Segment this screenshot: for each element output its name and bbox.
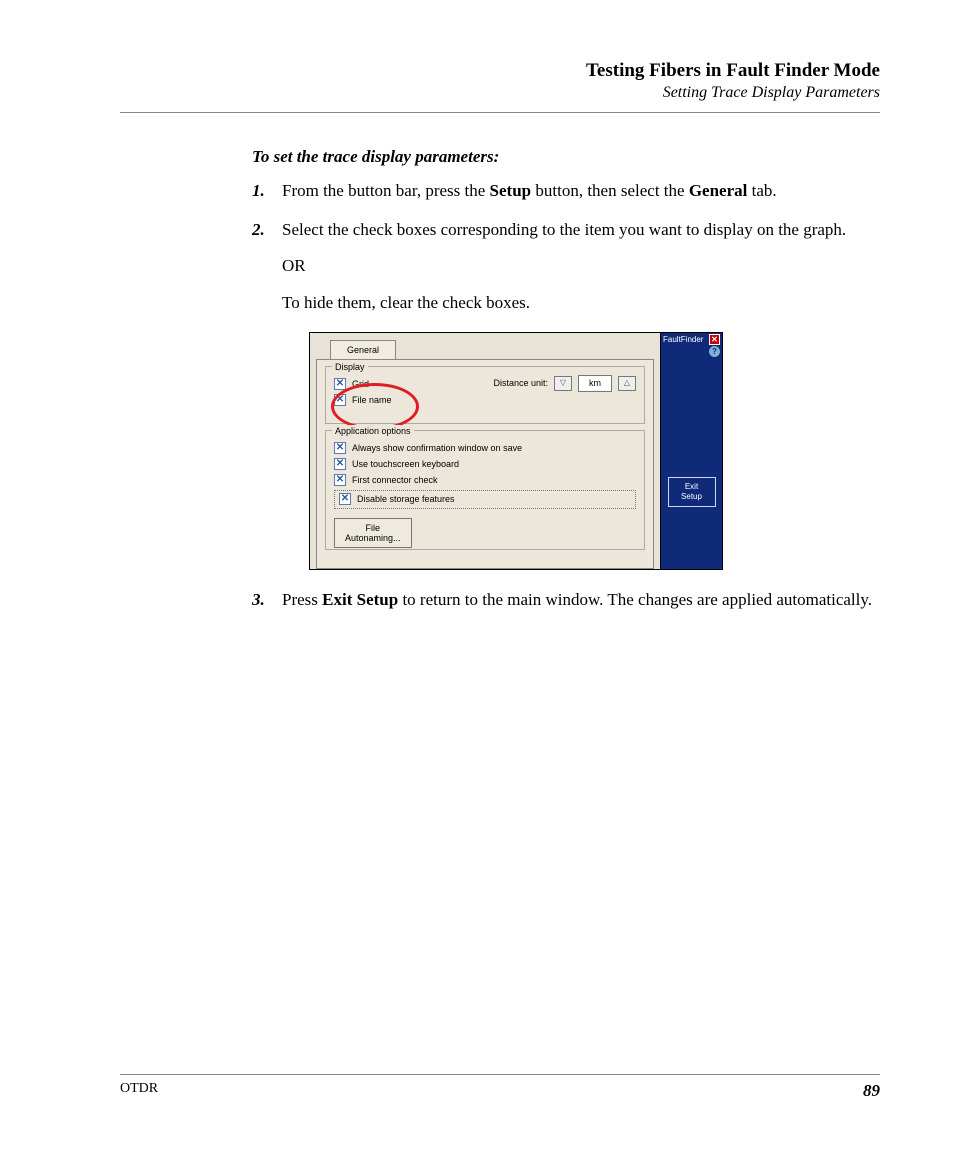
step-2-or: OR	[282, 254, 880, 279]
sidebar-app-name: FaultFinder	[663, 334, 703, 346]
distance-unit: Distance unit: ▽ km △	[493, 375, 636, 392]
unit-increment[interactable]: △	[618, 376, 636, 391]
option-first-connector-label: First connector check	[352, 474, 438, 487]
procedure-heading: To set the trace display parameters:	[252, 147, 880, 167]
chapter-title: Testing Fibers in Fault Finder Mode	[120, 60, 880, 82]
option-disable-storage-label: Disable storage features	[357, 493, 455, 506]
step-2-text-1: Select the check boxes corresponding to …	[282, 220, 846, 239]
setup-dialog-screenshot: General Display ✕ Grid	[309, 332, 723, 570]
option-touch-keyboard-label: Use touchscreen keyboard	[352, 458, 459, 471]
application-options-group: Application options ✕ Always show confir…	[325, 430, 645, 550]
checkbox-grid[interactable]: ✕	[334, 378, 346, 390]
checkbox-touch-keyboard[interactable]: ✕	[334, 458, 346, 470]
option-first-connector-row: ✕ First connector check	[334, 474, 636, 487]
file-autonaming-button[interactable]: File Autonaming...	[334, 518, 412, 549]
checkbox-grid-label: Grid	[352, 378, 369, 391]
display-group: Display ✕ Grid ✕ File name	[325, 366, 645, 424]
checkbox-first-connector[interactable]: ✕	[334, 474, 346, 486]
help-icon[interactable]: ?	[709, 346, 720, 357]
dialog-sidebar: FaultFinder ✕ ? Exit Setup	[660, 333, 722, 569]
unit-decrement[interactable]: ▽	[554, 376, 572, 391]
step-3: 3. Press Exit Setup to return to the mai…	[252, 588, 880, 613]
close-icon[interactable]: ✕	[709, 334, 720, 345]
checkbox-filename-label: File name	[352, 394, 392, 407]
unit-value: km	[578, 375, 612, 392]
checkbox-grid-row: ✕ Grid	[334, 378, 392, 391]
step-number: 1.	[252, 179, 265, 204]
header-rule	[120, 112, 880, 113]
option-confirm-save-label: Always show confirmation window on save	[352, 442, 522, 455]
tab-general[interactable]: General	[330, 340, 396, 360]
display-group-title: Display	[332, 361, 368, 374]
step-2: 2. Select the check boxes corresponding …	[252, 218, 880, 570]
option-disable-storage-row: ✕ Disable storage features	[334, 490, 636, 509]
checkbox-disable-storage[interactable]: ✕	[339, 493, 351, 505]
settings-panel: Display ✕ Grid ✕ File name	[316, 359, 654, 569]
option-confirm-save-row: ✕ Always show confirmation window on sav…	[334, 442, 636, 455]
checkbox-filename[interactable]: ✕	[334, 394, 346, 406]
step-1-text: From the button bar, press the Setup but…	[282, 181, 777, 200]
app-options-title: Application options	[332, 425, 414, 438]
option-touch-keyboard-row: ✕ Use touchscreen keyboard	[334, 458, 636, 471]
footer-rule	[120, 1074, 880, 1075]
checkbox-filename-row: ✕ File name	[334, 394, 392, 407]
step-number: 2.	[252, 218, 265, 243]
step-number: 3.	[252, 588, 265, 613]
sidebar-titlebar: FaultFinder ✕	[661, 333, 722, 347]
checkbox-confirm-save[interactable]: ✕	[334, 442, 346, 454]
section-title: Setting Trace Display Parameters	[120, 84, 880, 102]
step-2-text-2: To hide them, clear the check boxes.	[282, 291, 880, 316]
footer-page-number: 89	[863, 1081, 880, 1101]
footer-product: OTDR	[120, 1081, 158, 1101]
step-3-text: Press Exit Setup to return to the main w…	[282, 590, 872, 609]
distance-unit-label: Distance unit:	[493, 377, 548, 390]
dialog-main: General Display ✕ Grid	[310, 333, 660, 569]
step-1: 1. From the button bar, press the Setup …	[252, 179, 880, 204]
exit-setup-button[interactable]: Exit Setup	[668, 477, 716, 506]
